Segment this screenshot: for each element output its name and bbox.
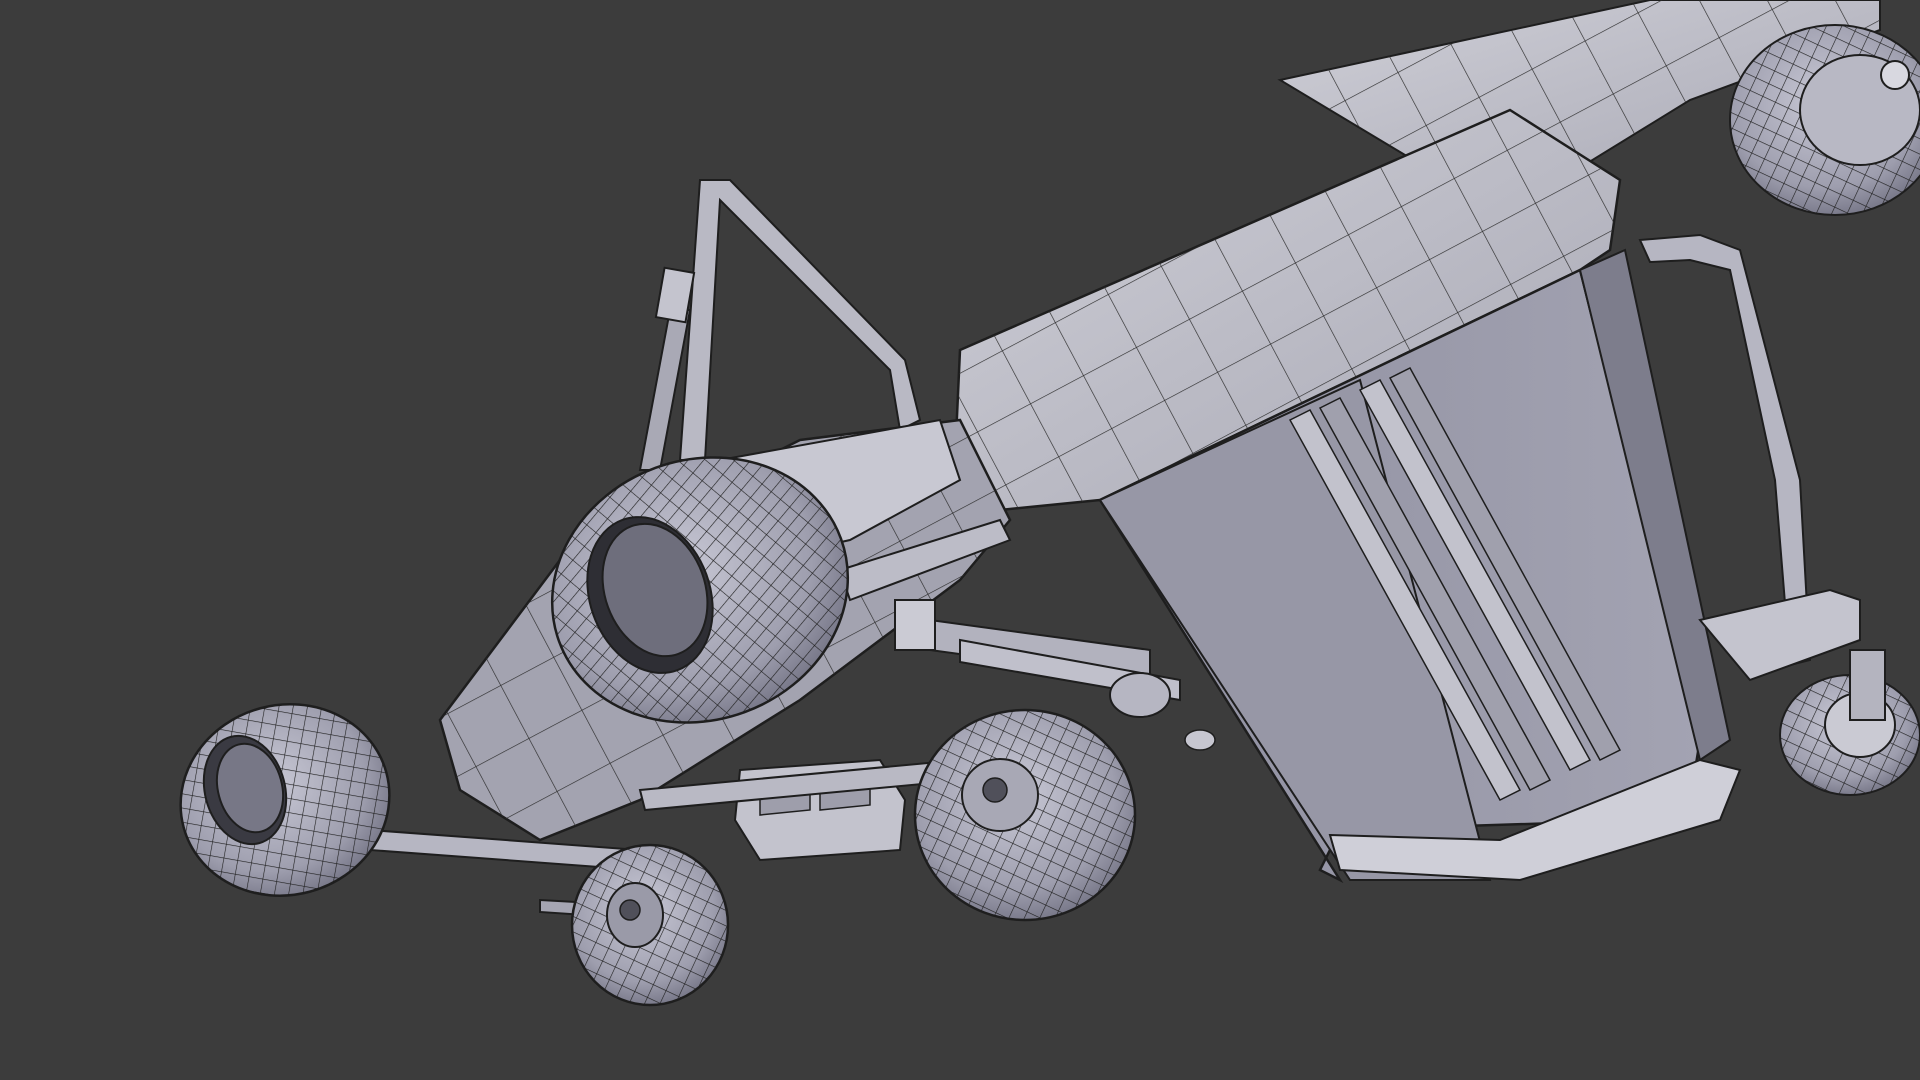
middle-wheel xyxy=(913,708,1137,922)
3d-viewport[interactable] xyxy=(0,0,1920,1080)
mesh-scene xyxy=(179,0,1920,1007)
front-left-tire xyxy=(179,703,391,897)
rear-castor-wheel-bottom xyxy=(1698,588,1920,796)
roll-bar xyxy=(638,179,922,471)
front-small-wheel xyxy=(570,843,730,1007)
